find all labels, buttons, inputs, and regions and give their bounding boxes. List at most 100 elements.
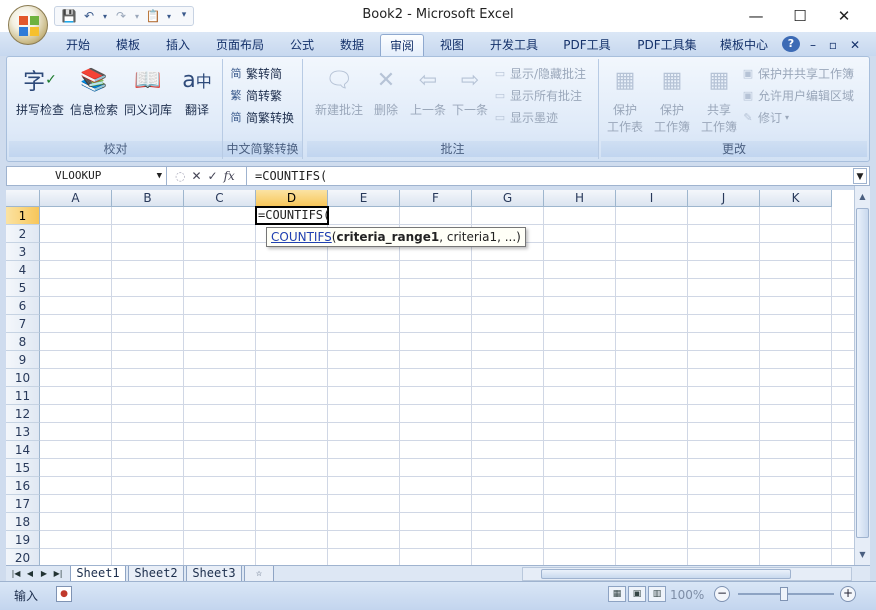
tab-insert[interactable]: 插入 <box>158 34 198 56</box>
select-all-button[interactable] <box>6 190 40 207</box>
tab-page-layout[interactable]: 页面布局 <box>208 34 272 56</box>
horizontal-scrollbar[interactable] <box>522 567 852 581</box>
row-header-17[interactable]: 17 <box>6 495 40 513</box>
row-header-19[interactable]: 19 <box>6 531 40 549</box>
vertical-scroll-thumb[interactable] <box>856 208 869 538</box>
row-header-6[interactable]: 6 <box>6 297 40 315</box>
simp-to-trad-button[interactable]: 繁 简转繁 <box>229 85 283 105</box>
zoom-slider-thumb[interactable] <box>780 587 788 601</box>
row-header-18[interactable]: 18 <box>6 513 40 531</box>
protect-workbook-button[interactable]: ▦ 保护 工作簿 <box>649 63 695 135</box>
column-header-j[interactable]: J <box>688 190 760 207</box>
column-header-g[interactable]: G <box>472 190 544 207</box>
scroll-up-icon[interactable]: ▲ <box>855 190 870 204</box>
column-header-d[interactable]: D <box>256 190 328 207</box>
sheet-tab-sheet2[interactable]: Sheet2 <box>128 566 184 582</box>
help-icon[interactable]: ? <box>782 36 800 52</box>
name-box[interactable]: VLOOKUP ▼ <box>7 167 167 185</box>
row-header-15[interactable]: 15 <box>6 459 40 477</box>
column-header-b[interactable]: B <box>112 190 184 207</box>
worksheet-grid[interactable]: ABCDEFGHIJK 1 2 3 4 5 6 7 8 9 10 11 12 13 14 15 16 17 18 1… <box>6 190 854 565</box>
ribbon-restore-button[interactable]: ▫ <box>826 34 840 56</box>
translate-button[interactable]: a中 翻译 <box>175 63 219 118</box>
ribbon-minimize-button[interactable]: – <box>806 34 820 56</box>
row-header-10[interactable]: 10 <box>6 369 40 387</box>
column-header-e[interactable]: E <box>328 190 400 207</box>
macro-record-icon[interactable]: ● <box>56 586 72 602</box>
tab-formulas[interactable]: 公式 <box>282 34 322 56</box>
row-header-11[interactable]: 11 <box>6 387 40 405</box>
tab-pdf-toolset[interactable]: PDF工具集 <box>630 34 704 56</box>
share-workbook-button[interactable]: ▦ 共享 工作簿 <box>697 63 741 135</box>
row-header-5[interactable]: 5 <box>6 279 40 297</box>
tab-home[interactable]: 开始 <box>58 34 98 56</box>
column-header-f[interactable]: F <box>400 190 472 207</box>
office-button[interactable] <box>8 5 48 45</box>
last-sheet-icon[interactable]: ▶| <box>52 567 64 580</box>
vertical-scrollbar[interactable]: ▲ ▼ <box>854 186 870 565</box>
ribbon-close-button[interactable]: ✕ <box>848 34 862 56</box>
row-header-3[interactable]: 3 <box>6 243 40 261</box>
zoom-level[interactable]: 100% <box>670 588 704 602</box>
row-header-12[interactable]: 12 <box>6 405 40 423</box>
sheet-tab-sheet3[interactable]: Sheet3 <box>186 566 242 582</box>
row-header-1[interactable]: 1 <box>6 207 40 225</box>
name-box-dropdown-icon[interactable]: ▼ <box>157 167 162 185</box>
zoom-in-icon[interactable]: + <box>840 586 856 602</box>
protect-sheet-button[interactable]: ▦ 保护 工作表 <box>603 63 647 135</box>
normal-view-icon[interactable]: ▦ <box>608 586 626 602</box>
formula-options-icon[interactable]: ◌ <box>175 169 185 183</box>
next-comment-button[interactable]: ⇨ 下一条 <box>449 63 491 118</box>
prev-comment-button[interactable]: ⇦ 上一条 <box>407 63 449 118</box>
track-changes-button[interactable]: ✎ 修订 ▾ <box>741 107 789 127</box>
row-header-8[interactable]: 8 <box>6 333 40 351</box>
insert-function-icon[interactable]: fx <box>224 169 235 183</box>
row-header-9[interactable]: 9 <box>6 351 40 369</box>
formula-input[interactable]: =COUNTIFS( <box>255 167 327 185</box>
convert-button[interactable]: 简 简繁转换 <box>229 107 295 127</box>
row-header-14[interactable]: 14 <box>6 441 40 459</box>
row-header-16[interactable]: 16 <box>6 477 40 495</box>
row-header-4[interactable]: 4 <box>6 261 40 279</box>
insert-sheet-icon[interactable]: ☆ <box>244 566 274 582</box>
next-sheet-icon[interactable]: ▶ <box>38 567 50 580</box>
thesaurus-button[interactable]: 📖 同义词库 <box>121 63 175 118</box>
new-comment-button[interactable]: 🗨 新建批注 <box>311 63 367 118</box>
show-all-comments-button[interactable]: ▭ 显示所有批注 <box>493 85 582 105</box>
expand-formula-bar-icon[interactable]: ▼ <box>853 168 867 184</box>
tab-developer[interactable]: 开发工具 <box>482 34 546 56</box>
row-header-20[interactable]: 20 <box>6 549 40 565</box>
column-header-i[interactable]: I <box>616 190 688 207</box>
maximize-button[interactable]: ☐ <box>778 0 822 32</box>
row-header-2[interactable]: 2 <box>6 225 40 243</box>
column-header-a[interactable]: A <box>40 190 112 207</box>
spell-check-button[interactable]: 字 ✓ 拼写检查 <box>13 63 67 118</box>
row-header-7[interactable]: 7 <box>6 315 40 333</box>
minimize-button[interactable]: — <box>734 0 778 32</box>
close-button[interactable]: ✕ <box>822 0 866 32</box>
research-button[interactable]: 📚 信息检索 <box>67 63 121 118</box>
zoom-out-icon[interactable]: − <box>714 586 730 602</box>
column-header-h[interactable]: H <box>544 190 616 207</box>
protect-share-button[interactable]: ▣ 保护并共享工作簿 <box>741 63 854 83</box>
enter-icon[interactable]: ✓ <box>208 169 218 183</box>
tab-template-center[interactable]: 模板中心 <box>714 34 774 56</box>
cancel-icon[interactable]: ✕ <box>191 169 201 183</box>
tab-review[interactable]: 审阅 <box>380 34 424 56</box>
tab-view[interactable]: 视图 <box>432 34 472 56</box>
tab-pdf-tools[interactable]: PDF工具 <box>556 34 618 56</box>
column-header-k[interactable]: K <box>760 190 832 207</box>
show-hide-comment-button[interactable]: ▭ 显示/隐藏批注 <box>493 63 586 83</box>
page-layout-view-icon[interactable]: ▣ <box>628 586 646 602</box>
row-header-13[interactable]: 13 <box>6 423 40 441</box>
prev-sheet-icon[interactable]: ◀ <box>24 567 36 580</box>
tab-data[interactable]: 数据 <box>332 34 372 56</box>
delete-comment-button[interactable]: ✕ 删除 <box>367 63 405 118</box>
page-break-view-icon[interactable]: ▥ <box>648 586 666 602</box>
column-header-c[interactable]: C <box>184 190 256 207</box>
active-cell-d1[interactable]: =COUNTIFS( <box>255 206 330 225</box>
horizontal-scroll-thumb[interactable] <box>541 569 791 579</box>
trad-to-simp-button[interactable]: 简 繁转简 <box>229 63 283 83</box>
show-ink-button[interactable]: ▭ 显示墨迹 <box>493 107 558 127</box>
sheet-tab-sheet1[interactable]: Sheet1 <box>70 566 126 582</box>
